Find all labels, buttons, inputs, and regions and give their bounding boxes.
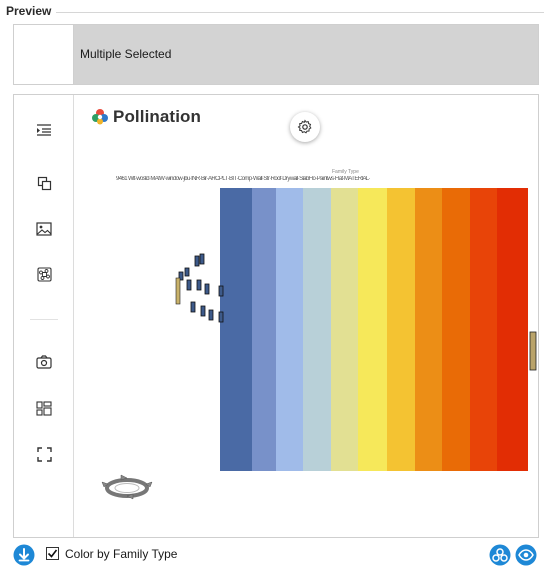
- legend-band: [470, 188, 497, 471]
- legend-band: [331, 188, 358, 471]
- color-by-family-label: Color by Family Type: [65, 547, 178, 561]
- camera-icon[interactable]: [31, 351, 57, 373]
- color-legend: [220, 188, 528, 471]
- selection-bar: Multiple Selected: [13, 24, 539, 85]
- selection-thumbnail: [14, 25, 74, 84]
- image-icon[interactable]: [31, 218, 57, 240]
- copy-layers-icon[interactable]: [31, 172, 57, 194]
- model-viewer: Pollination Family Type 9461 Wit·wostd·M…: [13, 94, 539, 538]
- brand-name: Pollination: [113, 107, 201, 126]
- show-hide-icon[interactable]: [489, 544, 511, 566]
- command-icon[interactable]: [31, 263, 57, 285]
- settings-button[interactable]: [290, 112, 320, 142]
- toolbar-divider: [30, 319, 58, 320]
- checkmark-icon: [47, 549, 58, 558]
- gear-icon: [297, 119, 312, 134]
- layout-icon[interactable]: [31, 397, 57, 419]
- model-windows-left: [175, 253, 224, 323]
- group-divider: [56, 12, 544, 13]
- legend-band: [358, 188, 387, 471]
- legend-band: [276, 188, 303, 471]
- legend-title: Family Type: [332, 169, 359, 175]
- viewer-canvas[interactable]: Pollination Family Type 9461 Wit·wostd·M…: [74, 95, 538, 537]
- legend-band: [252, 188, 276, 471]
- preview-group-header: Preview: [6, 4, 52, 18]
- orbit-navigation-icon[interactable]: [96, 473, 158, 503]
- bottom-bar: Color by Family Type: [0, 540, 550, 575]
- viewer-toolbar: [14, 95, 74, 537]
- color-by-family-checkbox[interactable]: [46, 547, 59, 560]
- pollination-logo: Pollination: [90, 107, 201, 127]
- legend-band: [387, 188, 415, 471]
- pollination-logo-icon: [92, 109, 108, 125]
- download-icon[interactable]: [13, 544, 35, 566]
- indent-list-icon[interactable]: [31, 119, 57, 141]
- legend-band: [415, 188, 442, 471]
- model-windows-right: [529, 331, 537, 371]
- eye-icon[interactable]: [515, 544, 537, 566]
- legend-band: [442, 188, 470, 471]
- selection-label-area: Multiple Selected: [74, 25, 538, 84]
- legend-band: [303, 188, 331, 471]
- legend-band: [220, 188, 252, 471]
- fullscreen-icon[interactable]: [31, 443, 57, 465]
- legend-band: [497, 188, 528, 471]
- legend-labels: 9461 Wit·wostd·MAIW·window·jbu·INR·Bir·A…: [116, 176, 371, 182]
- selection-label: Multiple Selected: [80, 47, 172, 61]
